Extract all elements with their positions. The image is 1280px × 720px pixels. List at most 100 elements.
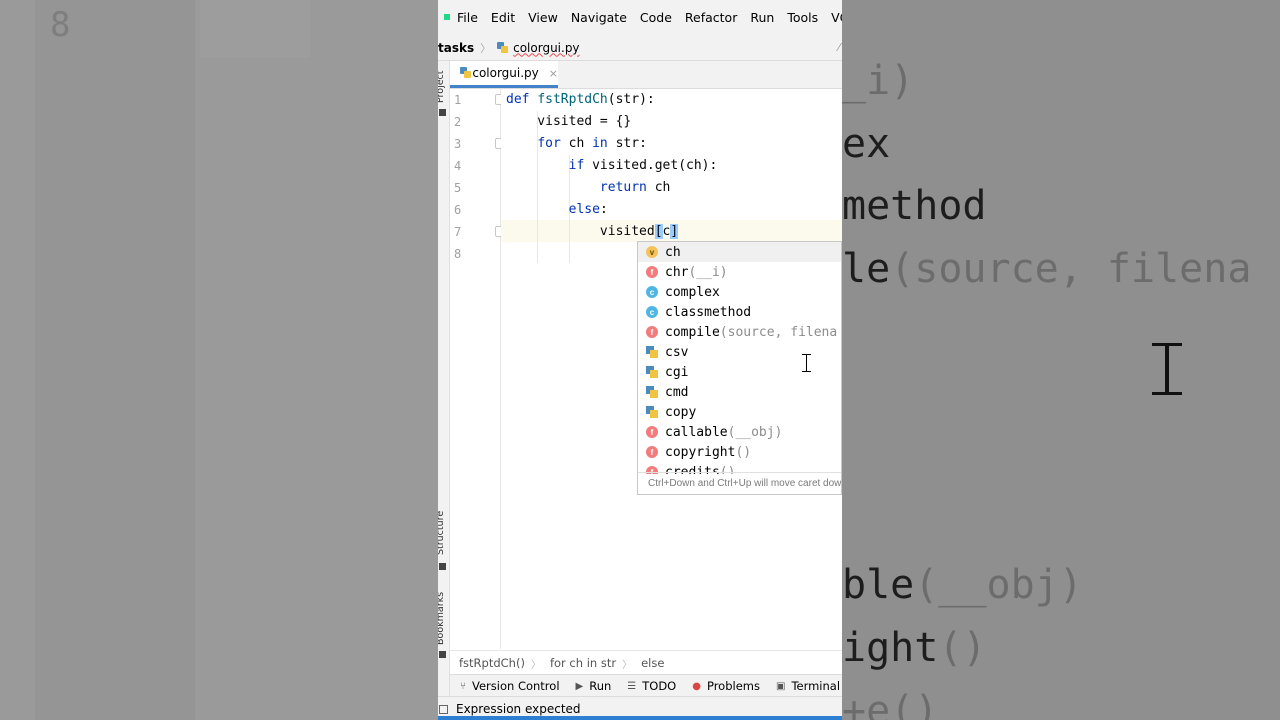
line-number: 4 <box>454 159 462 173</box>
completion-item[interactable]: v ch <box>638 242 841 262</box>
breadcrumb-file[interactable]: colorgui.py <box>513 41 579 55</box>
line-number: 7 <box>454 225 462 239</box>
line-number: 1 <box>454 93 462 107</box>
terminal-icon: ▣ <box>775 680 786 692</box>
completion-item[interactable]: f compile (source, filena <box>638 322 841 342</box>
code-line-4: if visited.get(ch): <box>568 158 718 173</box>
completion-item[interactable]: copy <box>638 402 841 422</box>
python-module-icon <box>646 346 658 358</box>
mouse-cursor-icon <box>802 354 811 372</box>
line-number: 6 <box>454 203 462 217</box>
menu-edit[interactable]: Edit <box>491 10 515 25</box>
python-module-icon <box>646 406 658 418</box>
line-number: 5 <box>454 181 462 195</box>
line-number: 3 <box>454 137 462 151</box>
structure-tool-label[interactable]: Structure <box>438 511 446 555</box>
menu-navigate[interactable]: Navigate <box>571 10 627 25</box>
completion-item[interactable]: cgi <box>638 362 841 382</box>
variable-icon: v <box>646 246 658 258</box>
project-tool-icon[interactable] <box>439 109 446 116</box>
completion-item[interactable]: f chr (__i) <box>638 262 841 282</box>
background-code-line: ight() <box>842 625 987 671</box>
menu-view[interactable]: View <box>528 10 558 25</box>
code-line-5: return ch <box>599 180 671 195</box>
tool-todo[interactable]: ☰ TODO <box>627 679 676 693</box>
run-icon: ▶ <box>575 680 584 692</box>
menu-run[interactable]: Run <box>750 10 774 25</box>
completion-list[interactable]: v ch f chr (__i) c complex c classmethod f com… <box>638 242 841 474</box>
completion-item[interactable]: c classmethod <box>638 302 841 322</box>
menu-vcs[interactable]: VCS <box>831 10 842 25</box>
chevron-right-icon: 〉 <box>622 659 633 671</box>
code-breadcrumb-function[interactable]: fstRptdCh() <box>459 656 525 670</box>
python-file-icon <box>497 41 509 54</box>
completion-item[interactable]: f copyright() <box>638 442 841 462</box>
background-code-line: method <box>842 183 987 229</box>
code-breadcrumbs: fstRptdCh() 〉 for ch in str 〉 else <box>450 650 842 675</box>
python-module-icon <box>646 366 658 378</box>
status-message: Expression expected <box>456 702 581 716</box>
tool-terminal[interactable]: ▣ Terminal <box>776 679 840 693</box>
code-line-3: for ch in str: <box>537 136 647 151</box>
text-cursor-icon <box>1152 343 1182 395</box>
editor-tab-label: colorgui.py <box>472 66 539 80</box>
function-icon: f <box>646 326 658 338</box>
completion-popup[interactable]: v ch f chr (__i) c complex c classmethod f com… <box>637 241 842 495</box>
tool-version-control[interactable]: ⑂ Version Control <box>460 679 560 693</box>
code-line-1: def fstRptdCh(str): <box>506 92 655 107</box>
left-tool-strip: Project Structure Bookmarks <box>438 61 450 696</box>
background-right-panel <box>842 0 1280 720</box>
completion-item[interactable]: f callable (__obj) <box>638 422 841 442</box>
code-breadcrumb-else[interactable]: else <box>641 656 664 670</box>
navigation-bar: tasks 〉 colorgui.py ⁄ <box>438 35 842 61</box>
version-control-icon: ⑂ <box>460 680 466 692</box>
code-line-7: visited[c] <box>599 224 679 239</box>
navbar-options-icon[interactable]: ⁄ <box>838 41 840 54</box>
editor-tab-bar: colorgui.py × <box>450 61 842 89</box>
chevron-right-icon: 〉 <box>530 659 541 671</box>
code-line-2: visited = {} <box>506 114 632 129</box>
python-file-icon <box>460 67 472 79</box>
function-icon: f <box>646 426 658 438</box>
menu-bar: File Edit View Navigate Code Refactor Ru… <box>438 0 842 35</box>
completion-item[interactable]: csv <box>638 342 841 362</box>
menu-tools[interactable]: Tools <box>787 10 818 25</box>
background-code-line: ex <box>842 121 891 167</box>
tool-run[interactable]: ▶ Run <box>576 679 612 693</box>
menu-refactor[interactable]: Refactor <box>685 10 737 25</box>
bookmarks-tool-icon[interactable] <box>439 651 446 658</box>
python-module-icon <box>646 386 658 398</box>
background-code-line: le(source, filena <box>842 246 1252 292</box>
background-code-line: _i) <box>842 58 915 104</box>
function-icon: f <box>646 266 658 278</box>
tool-window-bar: ⑂ Version Control ▶ Run ☰ TODO ● Problems ▣ T… <box>450 674 842 697</box>
background-left-strip <box>35 0 195 720</box>
bookmarks-tool-label[interactable]: Bookmarks <box>438 592 446 645</box>
project-tool-label[interactable]: Project <box>438 70 446 103</box>
code-line-6: else: <box>568 202 608 217</box>
tool-problems[interactable]: ● Problems <box>692 679 760 693</box>
completion-item[interactable]: c complex <box>638 282 841 302</box>
line-number: 2 <box>454 115 462 129</box>
menu-code[interactable]: Code <box>640 10 672 25</box>
completion-hint: Ctrl+Down and Ctrl+Up will move caret do… <box>638 472 841 494</box>
editor-tab-colorgui[interactable]: colorgui.py × <box>450 61 558 88</box>
problems-icon: ● <box>692 680 701 692</box>
tool-windows-toggle-icon[interactable] <box>439 704 448 714</box>
line-number: 8 <box>454 247 462 261</box>
code-breadcrumb-for[interactable]: for ch in str <box>550 656 616 670</box>
breadcrumb-project[interactable]: tasks <box>438 41 474 55</box>
class-icon: c <box>646 306 658 318</box>
matching-bracket: ] <box>670 224 679 239</box>
menu-file[interactable]: File <box>457 10 478 25</box>
close-icon[interactable]: × <box>549 67 558 80</box>
structure-tool-icon[interactable] <box>439 563 446 570</box>
completion-item[interactable]: cmd <box>638 382 841 402</box>
background-code-line: ble(__obj) <box>842 562 1083 608</box>
background-code-line: +e() <box>842 688 939 720</box>
chevron-right-icon: 〉 <box>480 41 492 55</box>
background-left-block <box>200 0 310 58</box>
todo-icon: ☰ <box>627 680 637 692</box>
class-icon: c <box>646 286 658 298</box>
bottom-accent-bar <box>438 716 842 720</box>
